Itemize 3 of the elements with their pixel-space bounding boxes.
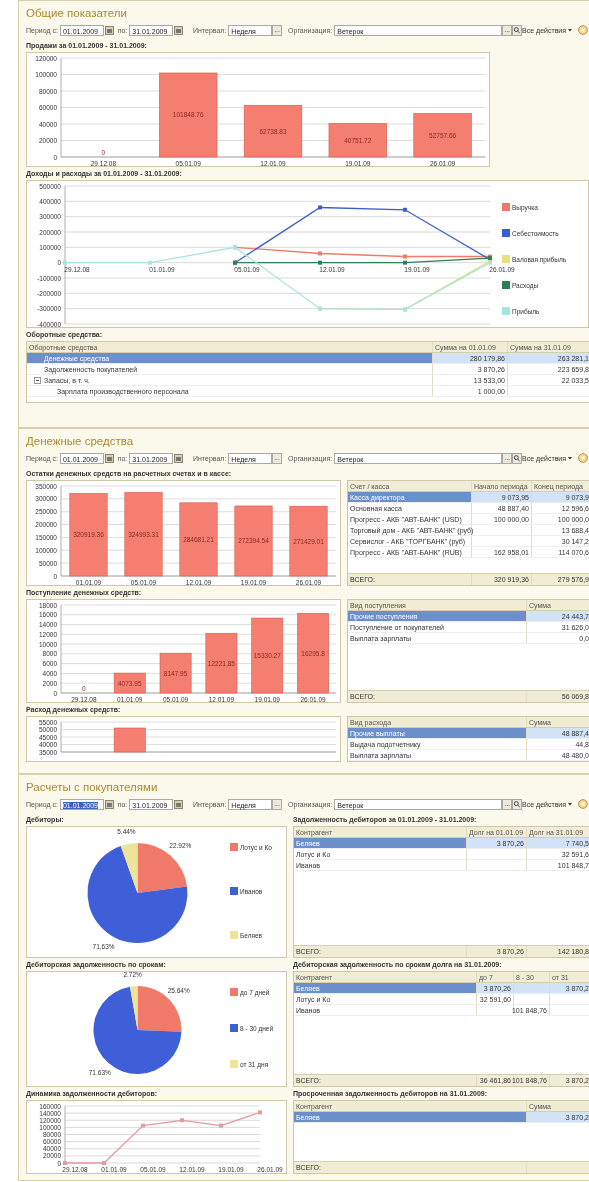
panel-title: Денежные средства <box>26 435 135 447</box>
panel-title: Общие показатели <box>26 7 128 19</box>
panel-title: Расчеты с покупателями <box>26 781 159 793</box>
